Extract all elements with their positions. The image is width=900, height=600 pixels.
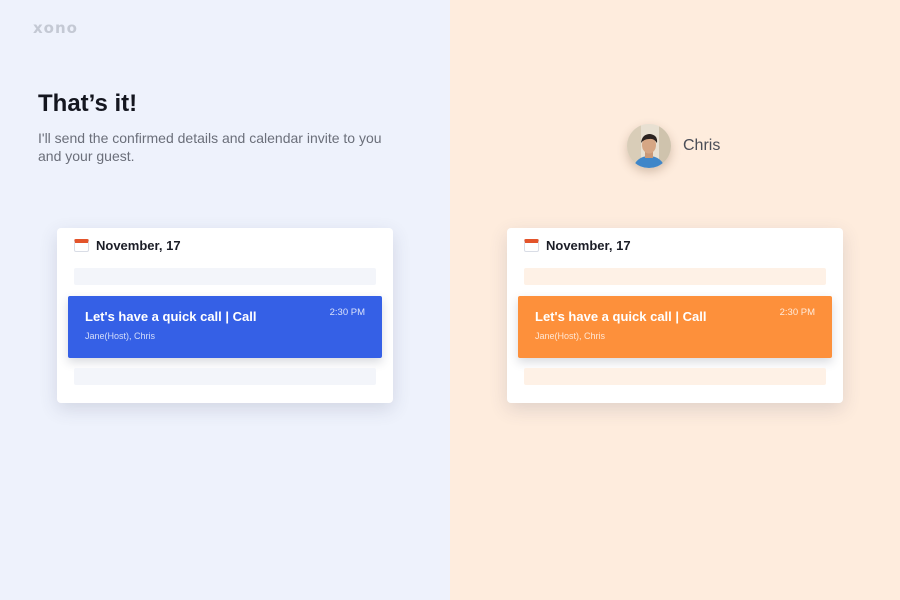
event-block[interactable]: Let's have a quick call | Call Jane(Host… (68, 296, 382, 358)
guest-pane: Chris November, 17 Let's have a quick ca… (450, 0, 900, 600)
event-time: 2:30 PM (779, 307, 815, 318)
avatar-image (627, 124, 671, 168)
confirmation-message: I'll send the confirmed details and cale… (38, 130, 382, 164)
calendar-icon (524, 239, 539, 252)
placeholder-slot (524, 368, 826, 385)
event-guests: Jane(Host), Chris (535, 331, 606, 341)
host-calendar-card: November, 17 Let's have a quick call | C… (57, 228, 393, 403)
placeholder-slot (524, 268, 826, 285)
placeholder-slot (74, 368, 376, 385)
page-title: That’s it! (38, 90, 138, 117)
placeholder-slot (74, 268, 376, 285)
event-time: 2:30 PM (329, 307, 365, 318)
calendar-date-header: November, 17 (74, 238, 181, 253)
brand-logo: xono (33, 19, 78, 37)
host-pane: xono That’s it! I'll send the confirmed … (0, 0, 450, 600)
guest-calendar-card: November, 17 Let's have a quick call | C… (507, 228, 843, 403)
event-guests: Jane(Host), Chris (85, 331, 156, 341)
calendar-icon (74, 239, 89, 252)
event-title: Let's have a quick call | Call (85, 309, 257, 324)
event-title: Let's have a quick call | Call (535, 309, 707, 324)
calendar-date-label: November, 17 (546, 238, 631, 253)
calendar-date-label: November, 17 (96, 238, 181, 253)
avatar (627, 124, 671, 168)
event-block[interactable]: Let's have a quick call | Call Jane(Host… (518, 296, 832, 358)
guest-name: Chris (683, 137, 721, 154)
calendar-date-header: November, 17 (524, 238, 631, 253)
guest-profile: Chris (627, 124, 720, 168)
